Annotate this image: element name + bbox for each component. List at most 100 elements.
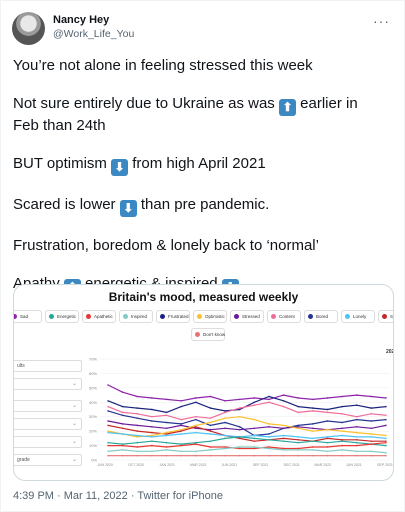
x-tick-label: SEP 2021 — [253, 463, 269, 467]
arrow-up-icon: ⬆ — [278, 99, 296, 116]
x-tick-label: DEC 2021 — [284, 463, 300, 467]
data-point — [194, 397, 197, 399]
data-point — [297, 438, 300, 441]
data-point — [180, 433, 183, 435]
data-point — [253, 427, 256, 430]
tweet-image[interactable]: Britain's mood, measured weekly Sad Energ… — [13, 284, 394, 481]
data-point — [253, 434, 256, 437]
data-point — [370, 443, 373, 446]
y-tick-label: 70% — [89, 357, 97, 362]
data-point — [107, 424, 109, 427]
arrow-down-icon: ⬇ — [111, 159, 129, 176]
data-point — [209, 440, 212, 443]
y-tick-label: 50% — [89, 385, 97, 390]
y-tick-label: 0% — [91, 458, 97, 463]
data-point — [224, 427, 226, 430]
series-line — [107, 436, 387, 447]
data-point — [180, 405, 183, 408]
data-point — [238, 454, 241, 457]
x-tick-label: MAR 2022 — [315, 463, 332, 467]
data-point — [341, 454, 344, 457]
data-point — [150, 440, 153, 443]
x-tick-label: SEP 2021 — [377, 463, 393, 467]
data-point — [121, 405, 124, 408]
data-point — [165, 441, 168, 444]
data-point — [165, 414, 168, 417]
avatar[interactable] — [12, 12, 45, 45]
data-point — [121, 411, 124, 414]
data-point — [268, 425, 270, 428]
y-tick-label: 20% — [89, 429, 97, 434]
data-point — [326, 408, 329, 411]
author-name[interactable]: Nancy Hey — [53, 14, 109, 26]
data-point — [107, 420, 109, 422]
data-point — [121, 414, 124, 417]
series-line — [107, 446, 387, 454]
data-point — [355, 444, 358, 447]
data-point — [253, 397, 256, 399]
data-point — [209, 430, 212, 433]
data-point — [238, 446, 241, 448]
data-point — [238, 415, 241, 418]
y-tick-label: 10% — [89, 443, 97, 448]
data-point — [224, 454, 226, 457]
data-point — [238, 428, 241, 431]
data-point — [224, 421, 226, 424]
x-tick-label: JAN 2021 — [160, 463, 175, 467]
data-point — [297, 454, 300, 457]
data-point — [180, 450, 183, 453]
data-point — [370, 436, 373, 438]
series-line — [107, 384, 387, 402]
y-tick-label: 30% — [89, 414, 97, 419]
data-point — [282, 427, 285, 430]
author-handle[interactable]: @Work_Life_You — [53, 28, 134, 40]
data-point — [136, 454, 139, 457]
data-point — [121, 454, 124, 457]
chart-period-label: 202 — [386, 349, 394, 355]
data-point — [282, 434, 285, 437]
data-point — [311, 398, 314, 401]
data-point — [150, 436, 153, 438]
data-point — [180, 454, 183, 457]
data-point — [341, 395, 344, 398]
x-tick-label: JUN 2021 — [222, 463, 238, 467]
data-point — [180, 444, 183, 447]
data-point — [355, 438, 358, 441]
data-point — [326, 420, 329, 422]
tweet-source[interactable]: Twitter for iPhone — [137, 490, 223, 502]
data-point — [311, 427, 314, 430]
data-point — [341, 430, 344, 433]
data-point — [224, 399, 226, 402]
data-point — [238, 425, 241, 428]
data-point — [297, 436, 300, 438]
data-point — [282, 449, 285, 451]
data-point — [136, 441, 139, 444]
data-point — [341, 440, 344, 443]
data-point — [355, 431, 358, 434]
data-point — [326, 428, 329, 431]
data-point — [180, 424, 183, 427]
data-point — [165, 427, 168, 430]
data-point — [341, 444, 344, 447]
more-options-icon[interactable]: ··· — [373, 13, 390, 29]
data-point — [209, 407, 212, 409]
data-point — [209, 449, 212, 451]
data-point — [268, 438, 270, 441]
data-point — [385, 405, 387, 408]
data-point — [180, 418, 183, 421]
mood-line-chart: 70% 60% 50% 40% 30% 20% 10% 0%JUN 2020 OCT 2020 J… — [89, 349, 394, 467]
data-point — [370, 395, 373, 398]
data-point — [209, 433, 212, 435]
data-point — [326, 397, 329, 399]
data-point — [107, 405, 109, 408]
data-point — [326, 436, 329, 438]
data-point — [224, 434, 226, 437]
data-point — [136, 412, 139, 415]
data-point — [297, 405, 300, 408]
data-point — [326, 411, 329, 414]
data-point — [370, 420, 373, 422]
data-point — [194, 431, 197, 434]
data-point — [165, 446, 168, 448]
tweet-time[interactable]: 4:39 PM — [13, 490, 54, 502]
tweet-date[interactable]: Mar 11, 2022 — [64, 490, 128, 502]
